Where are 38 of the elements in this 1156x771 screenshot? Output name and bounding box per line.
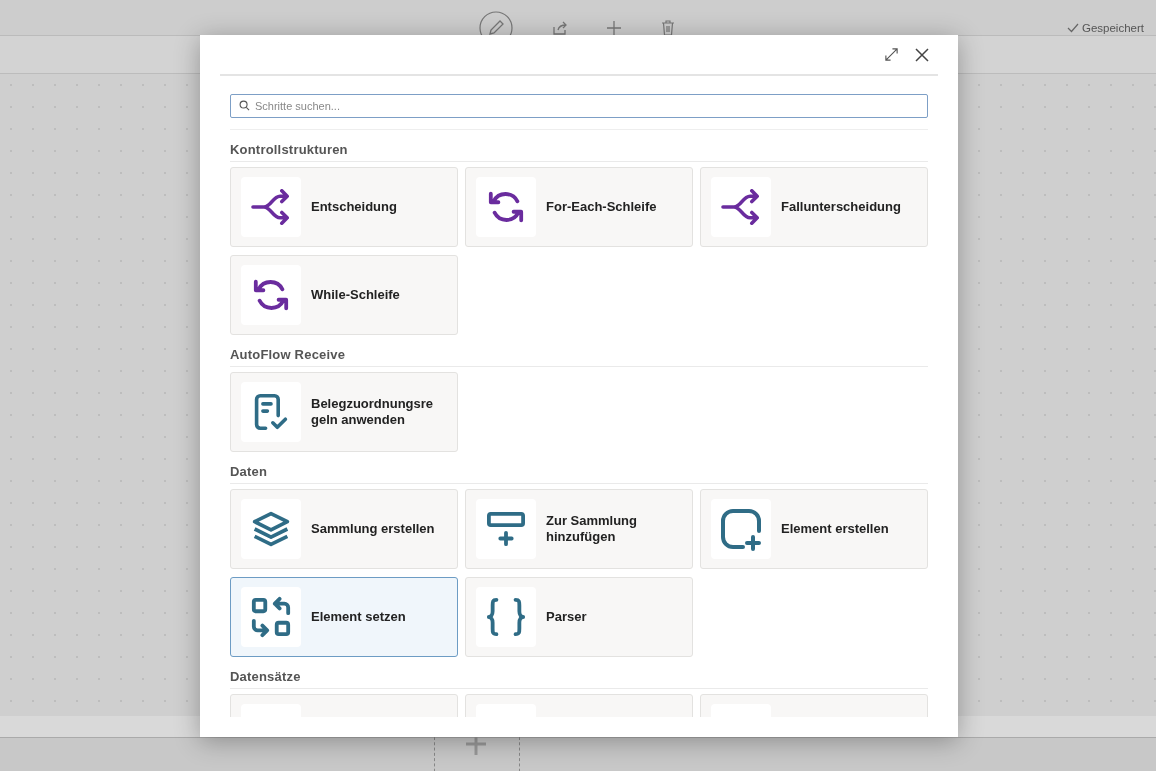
step-card[interactable]: Entscheidung (230, 167, 458, 247)
step-card[interactable]: Parser (465, 577, 693, 657)
square-plus-icon (719, 507, 763, 551)
step-label: Entscheidung (311, 199, 398, 215)
braces-icon (485, 596, 527, 638)
step-label: Fallunterscheidung (781, 199, 902, 215)
check-icon (1067, 23, 1079, 33)
plus-icon[interactable] (605, 18, 623, 37)
step-card[interactable]: While-Schleife (230, 255, 458, 335)
section-heading: Daten (230, 464, 928, 484)
section-heading: AutoFlow Receive (230, 347, 928, 367)
step-label: For-Each-Schleife (546, 199, 658, 215)
step-label: Element erstellen (781, 521, 890, 537)
step-card[interactable]: For-Each-Schleife (465, 167, 693, 247)
step-card[interactable]: Element setzen (230, 577, 458, 657)
step-card[interactable]: Sammlung erstellen (230, 489, 458, 569)
step-label: Parser (546, 609, 588, 625)
step-card[interactable]: Zur Sammlung hinzufügen (465, 489, 693, 569)
step-label: Element setzen (311, 609, 407, 625)
section-heading: Kontrollstrukturen (230, 142, 928, 162)
close-icon[interactable] (914, 46, 930, 63)
document-check-icon (253, 392, 289, 432)
expand-icon[interactable] (884, 47, 899, 62)
step-card[interactable]: Belegzuordnungsre geln anwenden (230, 372, 458, 452)
add-row-icon (485, 510, 527, 548)
swap-icon (250, 596, 292, 638)
trash-icon[interactable] (659, 18, 677, 37)
layers-icon (251, 510, 291, 548)
step-label: Belegzuordnungsre geln anwenden (311, 396, 435, 428)
step-label: Sammlung erstellen (311, 521, 436, 537)
section-heading: Datensätze (230, 669, 928, 689)
step-card[interactable]: Element erstellen (700, 489, 928, 569)
step-label: While-Schleife (311, 287, 401, 303)
saved-label: Gespeichert (1082, 22, 1144, 34)
step-card[interactable]: Fallunterscheidung (700, 167, 928, 247)
search-field[interactable]: Schritte suchen... (230, 94, 928, 118)
step-label: Zur Sammlung hinzufügen (546, 513, 638, 545)
search-icon (239, 100, 250, 111)
